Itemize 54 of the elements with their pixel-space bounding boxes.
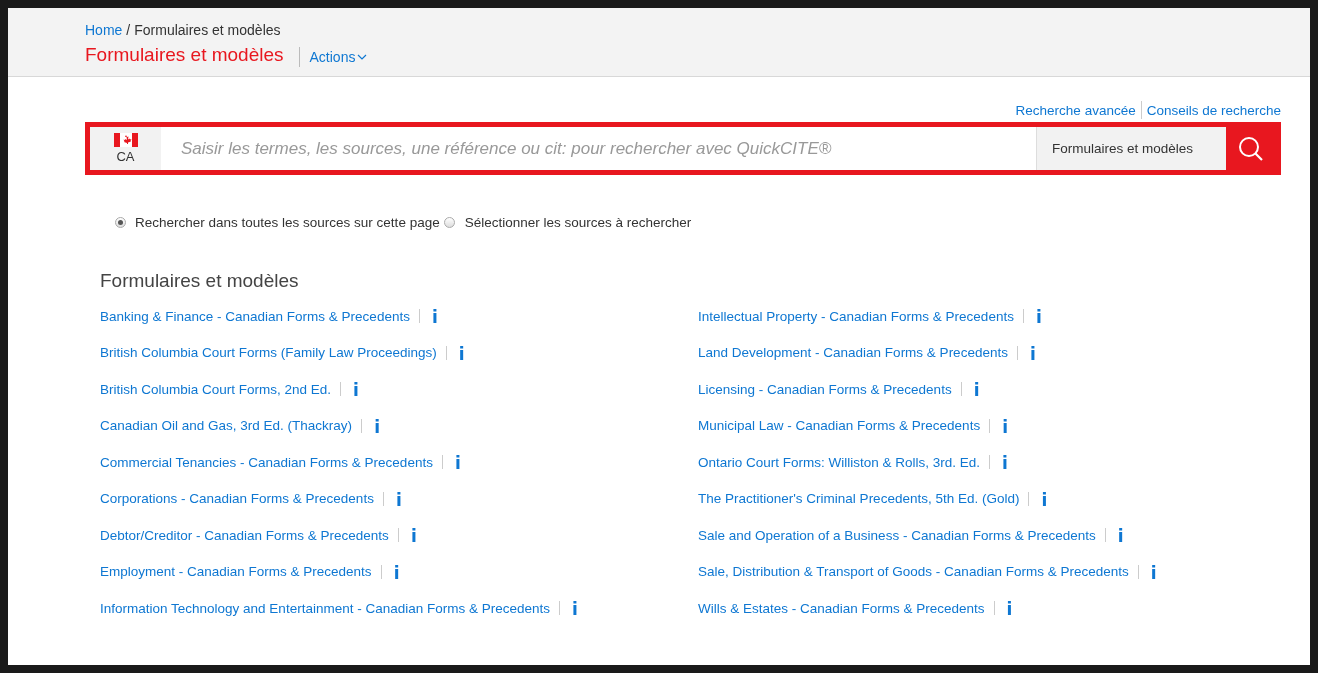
breadcrumb-separator: / — [126, 22, 131, 38]
info-icon[interactable]: i — [572, 599, 578, 620]
source-link[interactable]: Canadian Oil and Gas, 3rd Ed. (Thackray) — [100, 418, 353, 434]
info-icon[interactable]: i — [973, 380, 980, 401]
source-link[interactable]: Intellectual Property - Canadian Forms & Precedents — [698, 308, 1014, 324]
radio-button[interactable] — [443, 217, 455, 228]
info-icon[interactable]: i — [393, 562, 400, 583]
source-link[interactable]: Licensing - Canadian Forms & Precedents — [698, 381, 952, 397]
source-link[interactable]: Commercial Tenancies - Canadian Forms & Precedents — [100, 454, 433, 470]
section-heading: Formulaires et modèles — [100, 270, 300, 292]
actions-dropdown[interactable]: Actions — [298, 47, 368, 67]
info-icon[interactable]: i — [410, 526, 417, 547]
info-icon[interactable]: i — [1006, 599, 1013, 620]
source-link[interactable]: Sale, Distribution & Transport of Goods - Canadian Forms & Precedents — [698, 564, 1129, 580]
page-title: Formulaires et modèles — [85, 44, 284, 66]
source-link[interactable]: Banking & Finance - Canadian Forms & Precedents — [100, 308, 410, 324]
maple-leaf-flag-icon — [113, 133, 138, 147]
info-icon[interactable]: i — [1117, 526, 1124, 547]
breadcrumb-link[interactable]: Home — [85, 22, 123, 38]
info-icon[interactable]: i — [431, 307, 438, 328]
search-help-link[interactable]: Recherche avancée — [1015, 102, 1136, 118]
search-field[interactable]: Saisir les termes, les sources, une référence ou cit: pour rechercher avec QuickCITE® — [161, 127, 1036, 170]
info-icon[interactable]: i — [353, 380, 359, 401]
source-link[interactable]: Ontario Court Forms: Williston & Rolls, 3rd. Ed. — [698, 454, 981, 470]
radio-label[interactable]: Rechercher dans toutes les sources sur cette page — [135, 215, 440, 230]
radio-label[interactable]: Sélectionner les sources à rechercher — [464, 215, 692, 230]
search-icon — [1238, 135, 1264, 162]
source-link[interactable]: British Columbia Court Forms (Family Law Proceedings) — [100, 345, 437, 361]
info-icon[interactable]: i — [1150, 562, 1157, 583]
source-link[interactable]: Wills & Estates - Canadian Forms & Precedents — [698, 600, 985, 616]
info-icon[interactable]: i — [1041, 489, 1048, 510]
info-icon[interactable]: i — [1035, 307, 1042, 328]
radio-button[interactable] — [115, 217, 126, 228]
source-link[interactable]: Land Development - Canadian Forms & Precedents — [698, 345, 1008, 361]
search-help-link[interactable]: Conseils de recherche — [1146, 102, 1281, 118]
chevron-down-icon — [357, 54, 368, 60]
info-icon[interactable]: i — [1002, 416, 1008, 437]
jurisdiction-selector[interactable]: CA — [90, 127, 161, 170]
source-link[interactable]: Debtor/Creditor - Canadian Forms & Precedents — [100, 527, 389, 543]
source-link[interactable]: Information Technology and Entertainment - Canadian Forms & Precedents — [100, 600, 550, 616]
source-link[interactable]: Sale and Operation of a Business - Canadian Forms & Precedents — [698, 527, 1096, 543]
source-link[interactable]: The Practitioner's Criminal Precedents, 5th Ed. (Gold) — [698, 491, 1020, 507]
source-link[interactable]: Corporations - Canadian Forms & Precedents — [100, 491, 374, 507]
search-scope-dropdown[interactable]: Formulaires et modèles — [1036, 127, 1226, 170]
source-link[interactable]: British Columbia Court Forms, 2nd Ed. — [100, 381, 332, 397]
info-icon[interactable]: i — [1029, 343, 1036, 364]
source-link[interactable]: Employment - Canadian Forms & Precedents — [100, 564, 372, 580]
breadcrumb-current: Formulaires et modèles — [134, 22, 281, 38]
info-icon[interactable]: i — [458, 343, 465, 364]
info-icon[interactable]: i — [374, 416, 380, 437]
info-icon[interactable]: i — [395, 489, 402, 510]
info-icon[interactable]: i — [454, 453, 461, 474]
source-link[interactable]: Municipal Law - Canadian Forms & Precedents — [698, 418, 981, 434]
info-icon[interactable]: i — [1002, 453, 1008, 474]
